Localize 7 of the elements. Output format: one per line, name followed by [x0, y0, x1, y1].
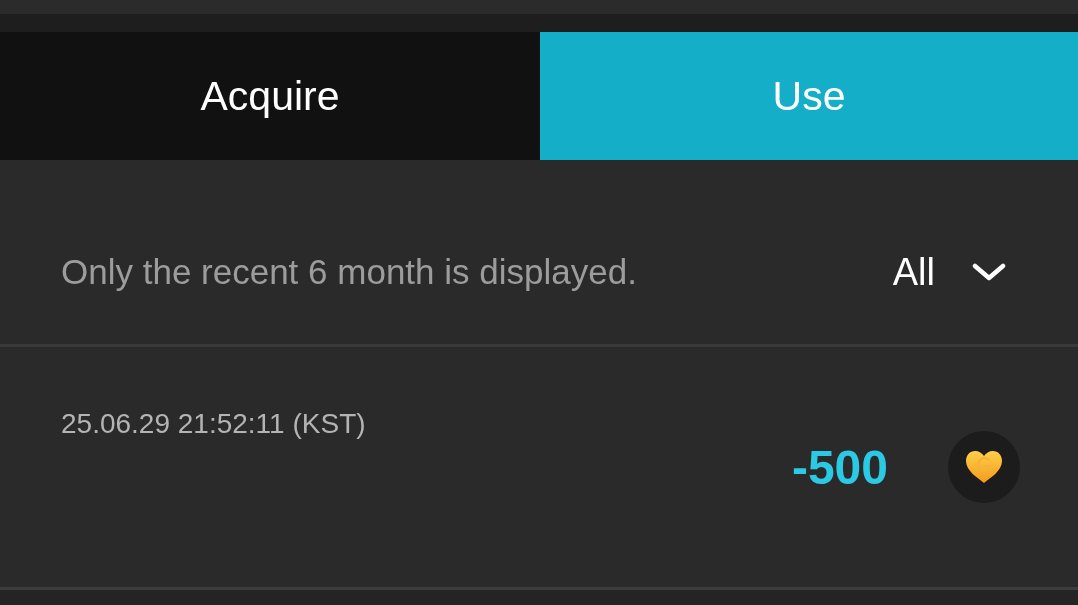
notice-text: Only the recent 6 month is displayed. [61, 252, 637, 292]
amount-text: -500 [791, 439, 888, 495]
tab[interactable]: Acquire [0, 32, 540, 160]
date-time-text: 25.06.29 21:52:11 (KST) [61, 408, 366, 440]
heart-coin-icon [948, 431, 1020, 503]
period-dropdown[interactable]: All [892, 250, 1006, 294]
chevron-down-icon [972, 263, 1006, 281]
